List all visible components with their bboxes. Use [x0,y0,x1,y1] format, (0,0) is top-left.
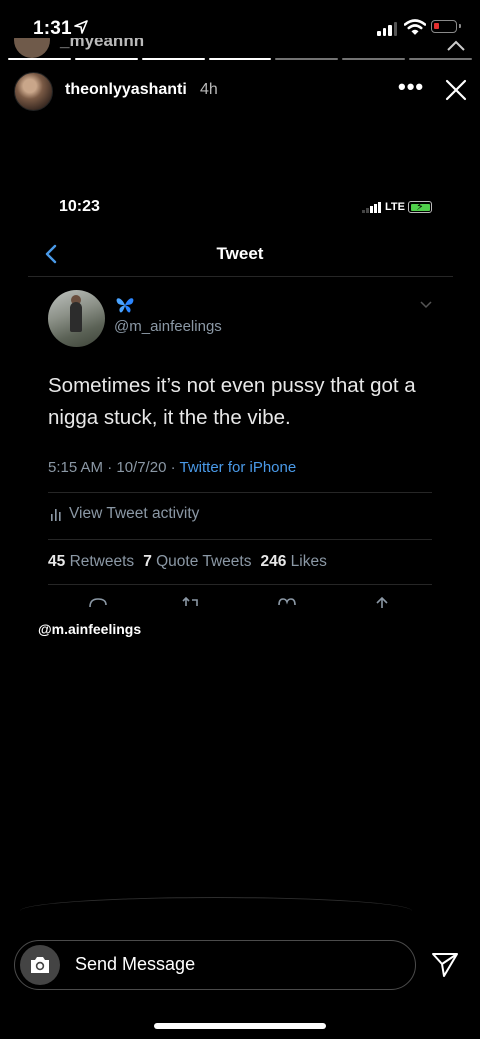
heart-icon [278,598,296,606]
status-time: 1:31 [33,18,72,39]
divider [48,492,432,493]
story-avatar[interactable] [14,72,53,111]
inner-signal-icon [362,202,381,213]
reply-icon [89,598,107,608]
view-tweet-activity: View Tweet activity [69,505,200,522]
previous-avatar [14,38,50,58]
more-icon[interactable]: ••• [398,76,423,100]
retweet-icon [182,596,198,606]
send-message-placeholder[interactable]: Send Message [75,954,195,975]
tweet-stats: 45 Retweets 7 Quote Tweets 246 Likes [48,553,336,571]
tweet-meta: 5:15 AM · 10/7/20 · Twitter for iPhone [48,459,296,476]
divider [48,584,432,585]
story-age: 4h [200,81,218,98]
inner-status-time: 10:23 [59,198,100,215]
tweet-source: Twitter for iPhone [179,459,297,476]
home-indicator[interactable] [154,1023,326,1029]
credit-text: @m.ainfeelings [38,621,142,637]
tweet-text: Sometimes it’s not even pussy that got a… [48,374,416,429]
signal-icon [377,22,397,36]
likes-count: 246 [260,553,287,570]
inner-battery-icon: ⚡ [408,201,432,213]
previous-close-icon [447,40,465,51]
divider [48,539,432,540]
previous-story-header: _myeahhh [0,38,480,58]
caret-down-icon [420,301,432,309]
story-progress [8,58,473,60]
location-arrow-icon [74,20,88,34]
previous-username: _myeahhh [60,38,145,50]
wifi-icon [404,19,426,35]
story-username[interactable]: theonlyyashanti [65,81,187,99]
camera-icon [31,957,49,973]
share-icon [376,596,388,608]
bar-chart-icon [51,509,61,521]
quotes-count: 7 [143,553,152,570]
tweet-page-title: Tweet [216,244,264,263]
inner-network: LTE [385,201,405,213]
camera-button[interactable] [20,945,60,985]
retweets-label: Retweets [69,553,135,570]
butterfly-icon [116,298,134,313]
divider [28,276,453,277]
likes-label: Likes [290,553,327,570]
quotes-label: Quote Tweets [156,553,252,570]
send-icon[interactable] [430,949,460,979]
retweets-count: 45 [48,553,66,570]
battery-icon [431,20,461,33]
tweet-timestamp: 5:15 AM · 10/7/20 · [48,459,176,476]
reply-sheet-edge [20,897,412,918]
tweet-author-avatar [48,290,105,347]
close-icon[interactable] [444,78,468,102]
tweet-author-handle: @m_ainfeelings [114,318,222,335]
